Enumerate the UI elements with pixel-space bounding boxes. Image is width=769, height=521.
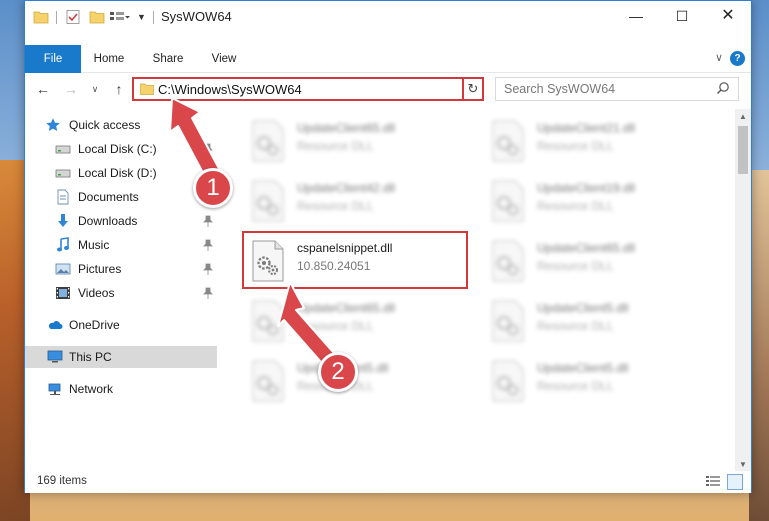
address-bar[interactable]: C:\Windows\SysWOW64 ∨: [132, 77, 484, 101]
scroll-thumb[interactable]: [738, 126, 748, 174]
details-view-icon[interactable]: [705, 475, 721, 489]
dll-file-icon: [252, 300, 284, 342]
recent-locations-icon[interactable]: ∨: [89, 79, 101, 99]
quick-access-dropdown-icon[interactable]: ▼: [137, 9, 147, 25]
dll-file-icon: [492, 120, 524, 162]
properties-icon[interactable]: [65, 9, 81, 25]
forward-arrow-icon[interactable]: →: [61, 79, 81, 99]
dll-file-icon: [492, 180, 524, 222]
documents-icon: [57, 189, 69, 205]
dll-file-icon: [252, 360, 284, 402]
file-tile[interactable]: UpdateClient65.dll Resource DLL: [241, 293, 469, 349]
customize-icon[interactable]: [109, 9, 131, 25]
tab-share[interactable]: Share: [139, 45, 197, 73]
scroll-up-icon[interactable]: ▲: [735, 109, 751, 125]
refresh-icon[interactable]: ↻: [462, 77, 484, 101]
tab-home[interactable]: Home: [81, 45, 137, 73]
sidebar-item-local-disk-d[interactable]: Local Disk (D:): [25, 162, 217, 184]
file-tile[interactable]: UpdateClient5.dll Resource DLL: [481, 293, 709, 349]
close-button[interactable]: ✕: [705, 1, 751, 33]
desktop-wallpaper-right: [749, 170, 769, 521]
dll-file-icon: [252, 180, 284, 222]
minimize-button[interactable]: —: [613, 1, 659, 33]
sidebar-item-onedrive[interactable]: OneDrive: [25, 314, 217, 336]
sidebar-item-local-disk-c[interactable]: Local Disk (C:): [25, 138, 217, 160]
tab-view[interactable]: View: [197, 45, 251, 73]
drive-icon: [55, 169, 71, 178]
title-separator-2: [153, 11, 154, 24]
sidebar-item-videos[interactable]: Videos: [25, 282, 217, 304]
sidebar-item-music[interactable]: Music: [25, 234, 217, 256]
search-icon[interactable]: [716, 81, 730, 95]
up-arrow-icon[interactable]: ↑: [109, 79, 129, 99]
ribbon: File Home Share View ∨ ?: [25, 45, 751, 73]
music-icon: [57, 237, 69, 252]
item-count: 169 items: [37, 475, 87, 487]
title-separator: [56, 11, 57, 24]
dll-file-icon: [252, 240, 284, 282]
maximize-button[interactable]: ☐: [659, 1, 705, 33]
pin-icon[interactable]: [203, 215, 213, 227]
computer-icon: [47, 350, 63, 363]
address-path: C:\Windows\SysWOW64: [158, 82, 302, 97]
drive-icon: [55, 145, 71, 154]
file-tile[interactable]: UpdateClient65.dll Resource DLL: [481, 233, 709, 289]
navigation-pane: Quick access Local Disk (C:) Local Disk …: [25, 109, 217, 464]
pin-icon[interactable]: [203, 287, 213, 299]
help-icon[interactable]: ?: [730, 51, 745, 66]
file-tile[interactable]: UpdateClient65.dll Resource DLL: [241, 113, 469, 169]
tiles-view-icon[interactable]: [727, 474, 743, 490]
videos-icon: [56, 287, 70, 299]
step-badge-2: 2: [318, 352, 358, 392]
pin-icon[interactable]: [203, 263, 213, 275]
navigation-bar: ← → ∨ ↑ C:\Windows\SysWOW64 ∨ ↻ Search S…: [25, 73, 751, 105]
back-arrow-icon[interactable]: ←: [33, 79, 53, 99]
sidebar-item-this-pc[interactable]: This PC: [25, 346, 217, 368]
file-tile[interactable]: UpdateClient19.dll Resource DLL: [481, 173, 709, 229]
file-tile[interactable]: UpdateClient21.dll Resource DLL: [481, 113, 709, 169]
expand-ribbon-icon[interactable]: ∨: [715, 51, 723, 64]
step-badge-1: 1: [193, 168, 233, 208]
dll-file-icon: [492, 240, 524, 282]
file-tile[interactable]: UpdateClient5.dll Resource DLL: [481, 353, 709, 409]
pin-icon[interactable]: [203, 239, 213, 251]
dll-file-icon: [492, 300, 524, 342]
download-icon: [58, 214, 68, 227]
file-list: UpdateClient65.dll Resource DLL UpdateCl…: [231, 109, 735, 464]
explorer-window: ▼ SysWOW64 — ☐ ✕ File Home Share View ∨ …: [24, 0, 752, 493]
file-tile-cspanelsnippet[interactable]: cspanelsnippet.dll 10.850.24051: [241, 233, 469, 289]
window-title: SysWOW64: [161, 9, 232, 24]
onedrive-icon: [48, 321, 63, 329]
new-folder-icon[interactable]: [89, 9, 105, 25]
network-icon: [48, 383, 61, 395]
vertical-scrollbar[interactable]: ▲ ▼: [735, 109, 751, 473]
star-icon: [46, 118, 60, 131]
pictures-icon: [55, 263, 71, 275]
sidebar-item-documents[interactable]: Documents: [25, 186, 217, 208]
sidebar-item-downloads[interactable]: Downloads: [25, 210, 217, 232]
folder-icon[interactable]: [33, 9, 49, 25]
search-placeholder: Search SysWOW64: [504, 82, 616, 96]
status-bar: 169 items: [25, 471, 751, 493]
title-bar: ▼ SysWOW64 — ☐ ✕: [25, 1, 751, 33]
search-input[interactable]: Search SysWOW64: [495, 77, 739, 101]
tab-file[interactable]: File: [25, 45, 81, 73]
folder-icon: [140, 83, 154, 95]
pin-icon[interactable]: [203, 143, 213, 155]
dll-file-icon: [492, 360, 524, 402]
file-tile[interactable]: UpdateClient42.dll Resource DLL: [241, 173, 469, 229]
sidebar-item-quick-access[interactable]: Quick access: [25, 114, 217, 136]
sidebar-item-pictures[interactable]: Pictures: [25, 258, 217, 280]
sidebar-item-network[interactable]: Network: [25, 378, 217, 400]
dll-file-icon: [252, 120, 284, 162]
